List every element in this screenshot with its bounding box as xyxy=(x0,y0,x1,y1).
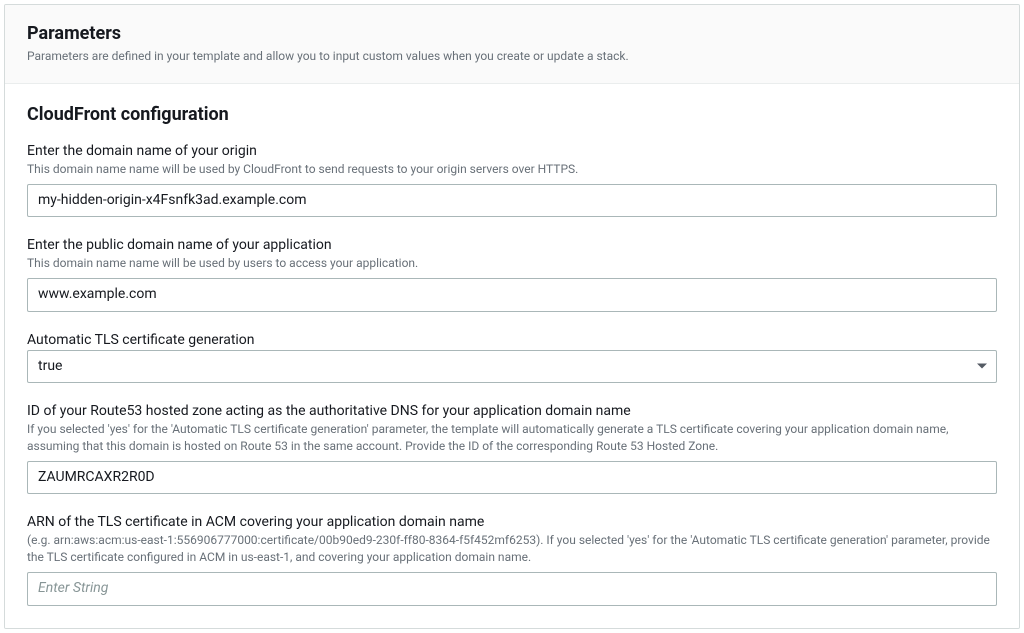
field-auto-tls: Automatic TLS certificate generation tru… xyxy=(27,332,997,384)
select-wrapper: true xyxy=(27,350,997,384)
field-description: If you selected 'yes' for the 'Automatic… xyxy=(27,421,997,455)
panel-content: CloudFront configuration Enter the domai… xyxy=(5,84,1019,628)
panel-header: Parameters Parameters are defined in you… xyxy=(5,5,1019,84)
field-description: (e.g. arn:aws:acm:us-east-1:556906777000… xyxy=(27,532,997,566)
field-label: Enter the public domain name of your app… xyxy=(27,237,997,253)
field-label: Automatic TLS certificate generation xyxy=(27,332,997,348)
public-domain-input[interactable] xyxy=(27,278,997,312)
route53-zone-input[interactable] xyxy=(27,461,997,495)
tls-arn-input[interactable] xyxy=(27,572,997,606)
parameters-panel: Parameters Parameters are defined in you… xyxy=(4,4,1020,629)
auto-tls-select[interactable]: true xyxy=(27,350,997,384)
field-tls-arn: ARN of the TLS certificate in ACM coveri… xyxy=(27,514,997,605)
panel-subtitle: Parameters are defined in your template … xyxy=(27,48,997,65)
field-label: ID of your Route53 hosted zone acting as… xyxy=(27,403,997,419)
section-title: CloudFront configuration xyxy=(27,104,997,125)
field-origin-domain: Enter the domain name of your origin Thi… xyxy=(27,143,997,217)
field-public-domain: Enter the public domain name of your app… xyxy=(27,237,997,311)
field-route53-zone: ID of your Route53 hosted zone acting as… xyxy=(27,403,997,494)
field-description: This domain name name will be used by Cl… xyxy=(27,161,997,178)
field-label: ARN of the TLS certificate in ACM coveri… xyxy=(27,514,997,530)
field-description: This domain name name will be used by us… xyxy=(27,255,997,272)
origin-domain-input[interactable] xyxy=(27,184,997,218)
panel-title: Parameters xyxy=(27,23,997,44)
field-label: Enter the domain name of your origin xyxy=(27,143,997,159)
